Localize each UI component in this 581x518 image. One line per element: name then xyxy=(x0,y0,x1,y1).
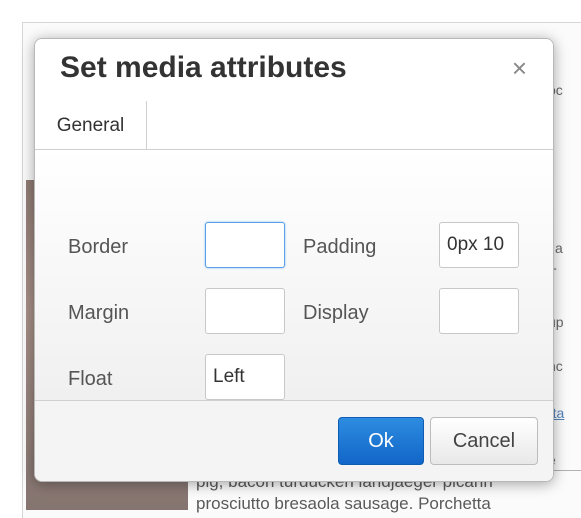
cancel-button[interactable]: Cancel xyxy=(430,417,538,465)
tab-general[interactable]: General xyxy=(35,101,147,149)
padding-label: Padding xyxy=(303,236,377,258)
dialog-title: Set media attributes xyxy=(60,51,347,84)
ok-button[interactable]: Ok xyxy=(338,417,424,465)
display-input[interactable] xyxy=(439,288,519,334)
dialog-footer: Ok Cancel xyxy=(35,400,553,481)
float-input[interactable]: Left xyxy=(205,354,285,400)
padding-input[interactable]: 0px 10 xyxy=(439,222,519,268)
margin-label: Margin xyxy=(68,302,130,324)
dialog-body: Border Padding 0px 10 Margin Display Flo… xyxy=(35,150,553,400)
dialog-header: Set media attributes × xyxy=(35,39,553,102)
media-attributes-dialog: Set media attributes × General Border Pa… xyxy=(34,38,554,482)
margin-input[interactable] xyxy=(205,288,285,334)
float-label: Float xyxy=(68,368,113,390)
display-label: Display xyxy=(303,302,369,324)
border-input[interactable] xyxy=(205,222,285,268)
border-label: Border xyxy=(68,236,129,258)
close-icon[interactable]: × xyxy=(512,55,527,81)
tab-bar: General xyxy=(35,101,553,150)
